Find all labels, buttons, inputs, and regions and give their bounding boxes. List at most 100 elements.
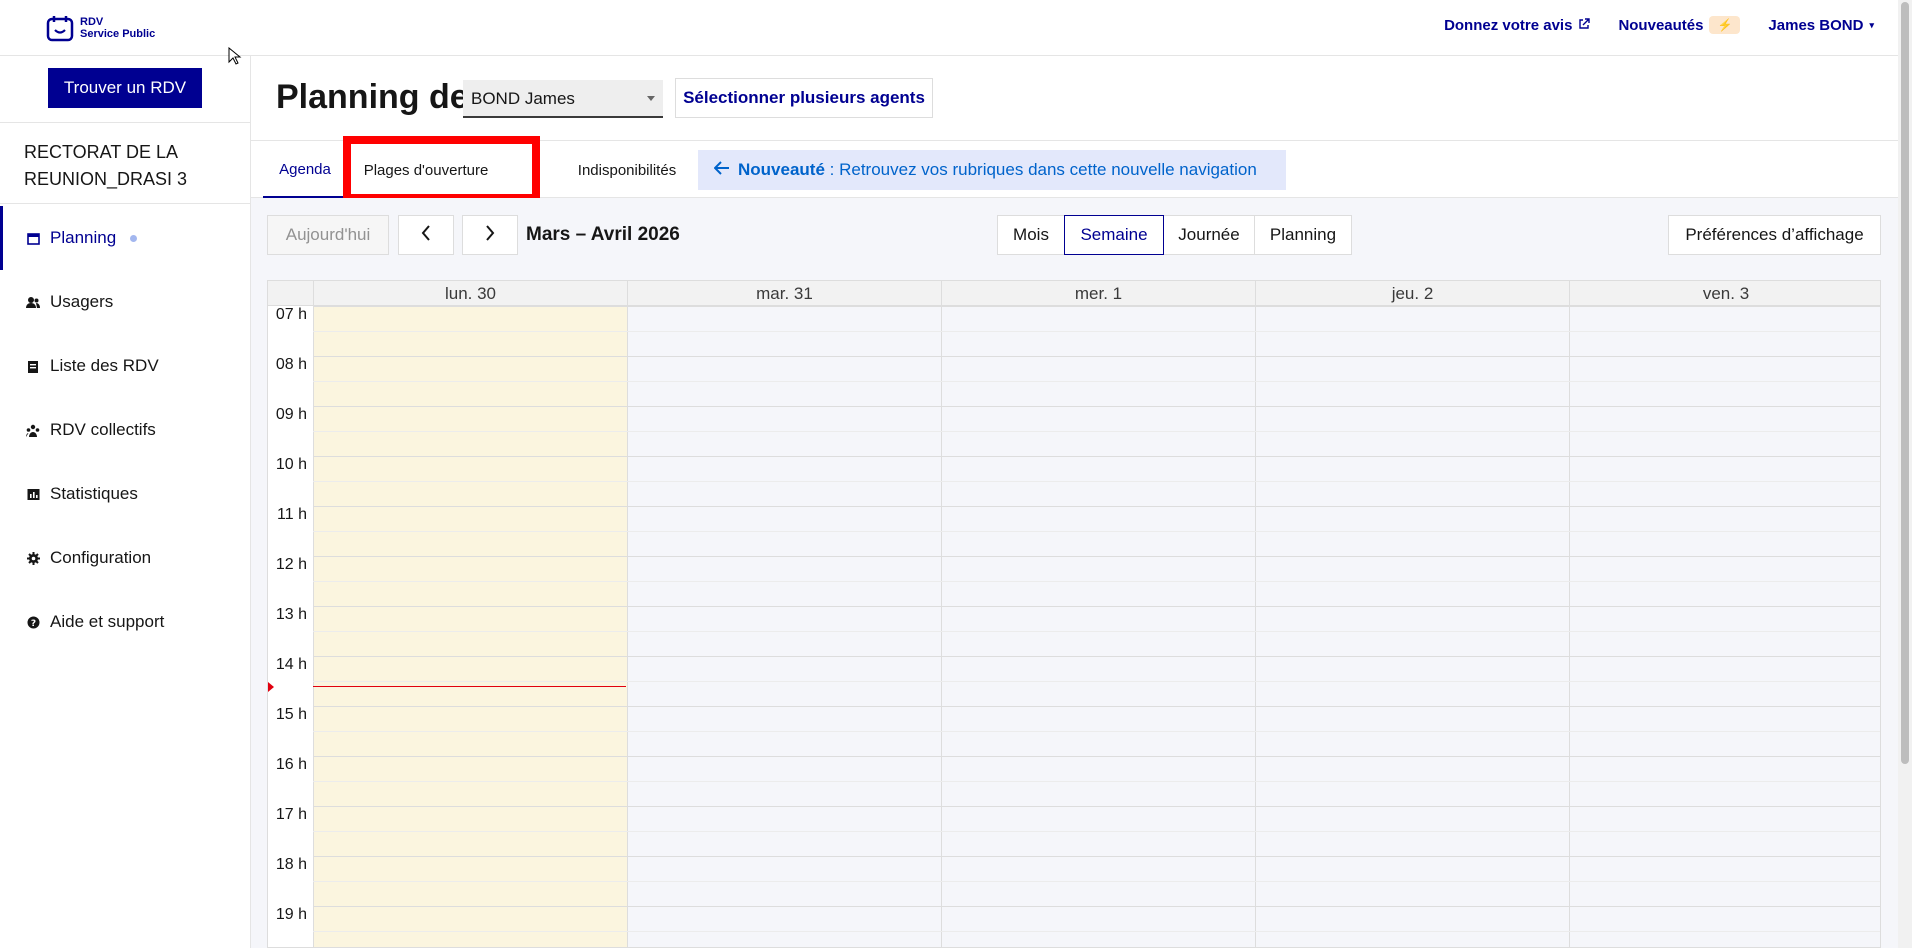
new-navigation-notice[interactable]: Nouveauté : Retrouvez vos rubriques dans… (698, 150, 1286, 190)
hour-label: 16 h (275, 756, 307, 773)
sidebar-item-label: Statistiques (50, 484, 138, 503)
day-header[interactable]: jeu. 2 (1255, 281, 1569, 306)
grid-line (313, 306, 1880, 307)
hour-label: 09 h (275, 406, 307, 423)
sidebar-item-planning[interactable]: Planning (0, 206, 250, 270)
sidebar-item-label: Configuration (50, 548, 152, 567)
display-preferences-button[interactable]: Préférences d’affichage (1668, 215, 1881, 255)
day-column[interactable] (941, 306, 1255, 947)
grid-line (313, 731, 1880, 732)
help-icon: ? (26, 615, 40, 629)
day-header[interactable]: lun. 30 (313, 281, 627, 306)
highlight-box (343, 136, 540, 202)
logo-line2: Service Public (80, 28, 156, 40)
sidebar-item-usagers[interactable]: Usagers (0, 270, 250, 334)
previous-button[interactable] (398, 215, 454, 255)
grid-line (313, 656, 1880, 657)
logo-line1: RDV (80, 16, 104, 28)
feedback-link[interactable]: Donnez votre avis (1444, 17, 1591, 34)
hour-label: 19 h (275, 906, 307, 923)
view-semaine-button[interactable]: Semaine (1064, 215, 1164, 255)
logo[interactable]: RDV Service Public (46, 14, 155, 42)
grid-line (313, 681, 1880, 682)
date-range-title: Mars – Avril 2026 (526, 224, 680, 245)
notice-bold: Nouveauté (738, 160, 825, 179)
sidebar-item-liste-rdv[interactable]: Liste des RDV (0, 334, 250, 398)
caret-down-icon (647, 96, 655, 101)
hour-label: 11 h (277, 506, 307, 523)
grid-line (313, 631, 1880, 632)
hour-label: 18 h (275, 856, 307, 873)
arrow-left-icon (713, 160, 730, 180)
select-multiple-agents-button[interactable]: Sélectionner plusieurs agents (675, 78, 933, 118)
chevron-down-icon: ▾ (1869, 19, 1874, 30)
agent-select[interactable]: BOND James (463, 80, 663, 118)
chevron-left-icon (421, 224, 431, 246)
gear-icon (26, 551, 40, 565)
news-link[interactable]: Nouveautés ⚡ (1618, 16, 1741, 34)
grid-line (313, 606, 1880, 607)
grid-line (313, 481, 1880, 482)
calendar-icon (26, 231, 40, 245)
next-button[interactable] (462, 215, 518, 255)
tab-plages-ouverture[interactable]: Plages d'ouverture (343, 136, 540, 202)
agent-select-value: BOND James (471, 89, 575, 108)
sidebar-item-rdv-collectifs[interactable]: RDV collectifs (0, 398, 250, 462)
hour-label: 14 h (275, 656, 307, 673)
external-link-icon (1578, 17, 1591, 34)
grid-line (313, 506, 1880, 507)
day-column-today[interactable] (313, 306, 627, 947)
grid-line (313, 781, 1880, 782)
find-rdv-button[interactable]: Trouver un RDV (48, 68, 202, 108)
grid-line (313, 706, 1880, 707)
day-header[interactable]: mer. 1 (941, 281, 1255, 306)
grid-line (313, 856, 1880, 857)
tab-indisponibilites[interactable]: Indisponibilités (557, 142, 697, 198)
view-planning-button[interactable]: Planning (1254, 215, 1352, 255)
calendar-day-headers: lun. 30 mar. 31 mer. 1 jeu. 2 ven. 3 (268, 281, 1880, 306)
tabs-bar: Agenda Plages d'ouverture Indisponibilit… (251, 136, 1898, 202)
sidebar-item-configuration[interactable]: Configuration (0, 526, 250, 590)
grid-line (313, 806, 1880, 807)
view-mois-button[interactable]: Mois (997, 215, 1065, 255)
chevron-right-icon (485, 224, 495, 246)
grid-line (313, 406, 1880, 407)
grid-line (313, 881, 1880, 882)
sidebar-item-label: Usagers (50, 292, 114, 311)
sidebar-item-statistiques[interactable]: Statistiques (0, 462, 250, 526)
day-header[interactable]: mar. 31 (627, 281, 941, 306)
hour-label: 17 h (275, 806, 307, 823)
users-icon (26, 295, 40, 309)
hour-label: 08 h (275, 356, 307, 373)
day-header[interactable]: ven. 3 (1569, 281, 1880, 306)
tab-agenda[interactable]: Agenda (263, 142, 347, 198)
grid-line (313, 556, 1880, 557)
scrollbar-thumb[interactable] (1901, 2, 1909, 764)
grid-line (313, 931, 1880, 932)
user-name: James BOND (1768, 16, 1864, 34)
week-calendar-grid: lun. 30 mar. 31 mer. 1 jeu. 2 ven. 3 07 … (267, 280, 1881, 948)
organisation-name: RECTORAT DE LA REUNION_DRASI 3 (0, 122, 250, 204)
list-icon (26, 359, 40, 373)
sidebar-item-label: Liste des RDV (50, 356, 159, 375)
view-switcher: Mois Semaine Journée Planning (997, 215, 1352, 255)
current-time-marker (268, 682, 274, 692)
page-header: Planning de BOND James Sélectionner plus… (251, 56, 1898, 141)
grid-line (313, 381, 1880, 382)
grid-line (313, 456, 1880, 457)
today-button[interactable]: Aujourd'hui (267, 215, 389, 255)
view-journee-button[interactable]: Journée (1163, 215, 1255, 255)
hour-label: 12 h (275, 556, 307, 573)
svg-text:?: ? (30, 619, 35, 629)
page-scrollbar[interactable] (1898, 0, 1912, 948)
notice-text: : Retrouvez vos rubriques dans cette nou… (824, 160, 1257, 179)
status-dot (130, 234, 138, 242)
sidebar-item-aide[interactable]: ? Aide et support (0, 590, 250, 654)
grid-line (313, 831, 1880, 832)
day-column[interactable] (1255, 306, 1569, 947)
day-column[interactable] (627, 306, 941, 947)
user-menu[interactable]: James BOND ▾ (1768, 17, 1874, 34)
sidebar: Trouver un RDV RECTORAT DE LA REUNION_DR… (0, 56, 251, 948)
day-column[interactable] (1569, 306, 1880, 947)
chart-icon (26, 487, 40, 501)
